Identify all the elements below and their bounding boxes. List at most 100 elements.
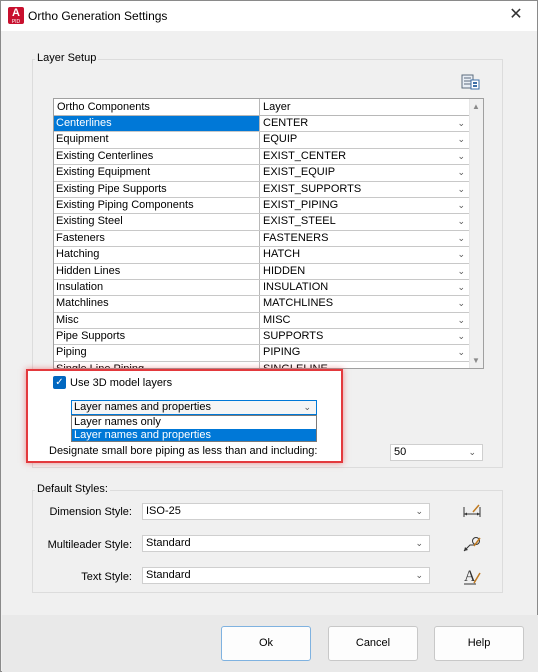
multileader-style-label: Multileader Style: [47, 539, 132, 551]
scroll-up-icon[interactable]: ▲ [472, 102, 480, 111]
layer-mode-selected: Layer names and properties [74, 401, 211, 413]
dimension-style-value: ISO-25 [146, 505, 181, 517]
layer-value: EQUIP [263, 133, 298, 146]
ortho-component-cell[interactable]: Existing Equipment [54, 165, 260, 181]
ortho-component-cell[interactable]: Existing Centerlines [54, 148, 260, 165]
use-3d-layers-checkbox[interactable]: ✓ [53, 376, 66, 389]
autocad-app-icon: A PID [8, 7, 24, 25]
layer-value: FASTENERS [263, 231, 329, 244]
layer-dropdown-cell[interactable]: SINGLELINE ⌄ [260, 362, 470, 369]
layer-grid: Ortho Components Layer Centerlines CENTER… [53, 98, 484, 369]
layer-dropdown-cell[interactable]: EXIST_SUPPORTS ⌄ [260, 182, 470, 197]
layer-dropdown-cell[interactable]: SUPPORTS ⌄ [260, 329, 470, 344]
layer-value: HATCH [263, 248, 301, 261]
chevron-down-icon: ⌄ [457, 183, 465, 194]
table-row[interactable]: Pipe Supports SUPPORTS ⌄ [54, 329, 470, 346]
layer-mode-dropdown[interactable]: Layer names and properties ⌄ [71, 400, 317, 415]
ortho-component-cell[interactable]: Existing Steel [54, 214, 260, 230]
grid-header: Ortho Components Layer [54, 99, 470, 116]
chevron-down-icon: ⌄ [415, 570, 423, 580]
layer-dropdown-cell[interactable]: INSULATION ⌄ [260, 280, 470, 295]
layer-value: EXIST_PIPING [263, 198, 339, 211]
layer-mode-options: Layer names only Layer names and propert… [71, 415, 317, 442]
ortho-component-cell[interactable]: Single Line Piping [54, 361, 260, 368]
ortho-component-cell[interactable]: Pipe Supports [54, 329, 260, 345]
window-title: Ortho Generation Settings [28, 9, 168, 23]
table-row[interactable]: Fasteners FASTENERS ⌄ [54, 230, 470, 248]
ortho-component-cell[interactable]: Existing Pipe Supports [54, 181, 260, 197]
layer-value: HIDDEN [263, 264, 306, 277]
table-row[interactable]: Centerlines CENTER ⌄ [54, 116, 470, 133]
table-row[interactable]: Single Line Piping SINGLELINE ⌄ [54, 361, 470, 369]
close-icon[interactable]: ✕ [507, 6, 525, 24]
small-bore-value: 50 [394, 446, 407, 458]
ok-button[interactable]: Ok [221, 626, 311, 661]
scroll-down-icon[interactable]: ▼ [472, 356, 480, 365]
layer-dropdown-cell[interactable]: FASTENERS ⌄ [260, 231, 470, 246]
ortho-component-cell[interactable]: Fasteners [54, 230, 260, 247]
chevron-down-icon: ⌄ [457, 363, 465, 369]
dimension-style-icon[interactable] [460, 500, 484, 524]
ortho-component-cell[interactable]: Misc [54, 312, 260, 329]
ortho-component-cell[interactable]: Centerlines [54, 116, 260, 132]
layer-value: EXIST_EQUIP [263, 166, 336, 179]
ortho-component-cell[interactable]: Hidden Lines [54, 263, 260, 279]
layer-dropdown-cell[interactable]: MATCHLINES ⌄ [260, 296, 470, 311]
cancel-button[interactable]: Cancel [328, 626, 418, 661]
ortho-component-cell[interactable]: Equipment [54, 132, 260, 148]
app-icon-letter: A [12, 7, 20, 19]
text-style-dropdown[interactable]: Standard ⌄ [142, 567, 430, 584]
layer-dropdown-cell[interactable]: HATCH ⌄ [260, 247, 470, 262]
layer-manager-icon[interactable] [459, 70, 481, 92]
chevron-down-icon: ⌄ [457, 216, 465, 227]
layer-dropdown-cell[interactable]: EQUIP ⌄ [260, 132, 470, 147]
layer-value: PIPING [263, 346, 301, 359]
table-row[interactable]: Hatching HATCH ⌄ [54, 247, 470, 264]
layer-setup-label: Layer Setup [35, 52, 99, 64]
table-row[interactable]: Matchlines MATCHLINES ⌄ [54, 296, 470, 313]
table-row[interactable]: Hidden Lines HIDDEN ⌄ [54, 263, 470, 280]
dialog-window: A PID Ortho Generation Settings ✕ Layer … [0, 0, 538, 672]
layer-dropdown-cell[interactable]: EXIST_EQUIP ⌄ [260, 165, 470, 180]
layer-dropdown-cell[interactable]: MISC ⌄ [260, 313, 470, 328]
multileader-style-icon[interactable] [460, 532, 484, 556]
text-style-value: Standard [146, 569, 191, 581]
table-row[interactable]: Equipment EQUIP ⌄ [54, 132, 470, 149]
ortho-component-cell[interactable]: Hatching [54, 247, 260, 263]
layer-mode-option[interactable]: Layer names only [72, 416, 316, 429]
layer-dropdown-cell[interactable]: CENTER ⌄ [260, 116, 470, 131]
chevron-down-icon: ⌄ [457, 347, 465, 358]
layer-dropdown-cell[interactable]: PIPING ⌄ [260, 345, 470, 360]
table-row[interactable]: Misc MISC ⌄ [54, 312, 470, 330]
help-button[interactable]: Help [434, 626, 524, 661]
chevron-down-icon: ⌄ [415, 538, 423, 548]
app-icon-sub: PID [11, 19, 21, 25]
layer-dropdown-cell[interactable]: EXIST_PIPING ⌄ [260, 198, 470, 213]
table-row[interactable]: Existing Piping Components EXIST_PIPING ⌄ [54, 197, 470, 215]
table-row[interactable]: Existing Steel EXIST_STEEL ⌄ [54, 214, 470, 231]
column-header-layer[interactable]: Layer [260, 99, 470, 115]
ortho-component-cell[interactable]: Matchlines [54, 296, 260, 312]
text-style-icon[interactable]: A [460, 564, 484, 588]
table-row[interactable]: Existing Centerlines EXIST_CENTER ⌄ [54, 148, 470, 166]
ortho-component-cell[interactable]: Existing Piping Components [54, 197, 260, 214]
table-row[interactable]: Existing Pipe Supports EXIST_SUPPORTS ⌄ [54, 181, 470, 198]
multileader-style-value: Standard [146, 537, 191, 549]
multileader-style-dropdown[interactable]: Standard ⌄ [142, 535, 430, 552]
column-header-components[interactable]: Ortho Components [54, 99, 260, 115]
table-row[interactable]: Insulation INSULATION ⌄ [54, 279, 470, 297]
ortho-component-cell[interactable]: Insulation [54, 279, 260, 296]
small-bore-dropdown[interactable]: 50 ⌄ [390, 444, 483, 461]
layer-grid-body: Ortho Components Layer Centerlines CENTER… [54, 99, 470, 369]
chevron-down-icon: ⌄ [457, 150, 465, 161]
use-3d-layers-option[interactable]: ✓ Use 3D model layers [53, 376, 172, 389]
layer-dropdown-cell[interactable]: HIDDEN ⌄ [260, 264, 470, 279]
table-row[interactable]: Existing Equipment EXIST_EQUIP ⌄ [54, 165, 470, 182]
ortho-component-cell[interactable]: Piping [54, 345, 260, 361]
layer-dropdown-cell[interactable]: EXIST_CENTER ⌄ [260, 149, 470, 164]
table-row[interactable]: Piping PIPING ⌄ [54, 345, 470, 362]
grid-scrollbar[interactable]: ▲ ▼ [469, 99, 483, 368]
layer-mode-option[interactable]: Layer names and properties [72, 428, 316, 441]
dimension-style-dropdown[interactable]: ISO-25 ⌄ [142, 503, 430, 520]
layer-dropdown-cell[interactable]: EXIST_STEEL ⌄ [260, 214, 470, 229]
